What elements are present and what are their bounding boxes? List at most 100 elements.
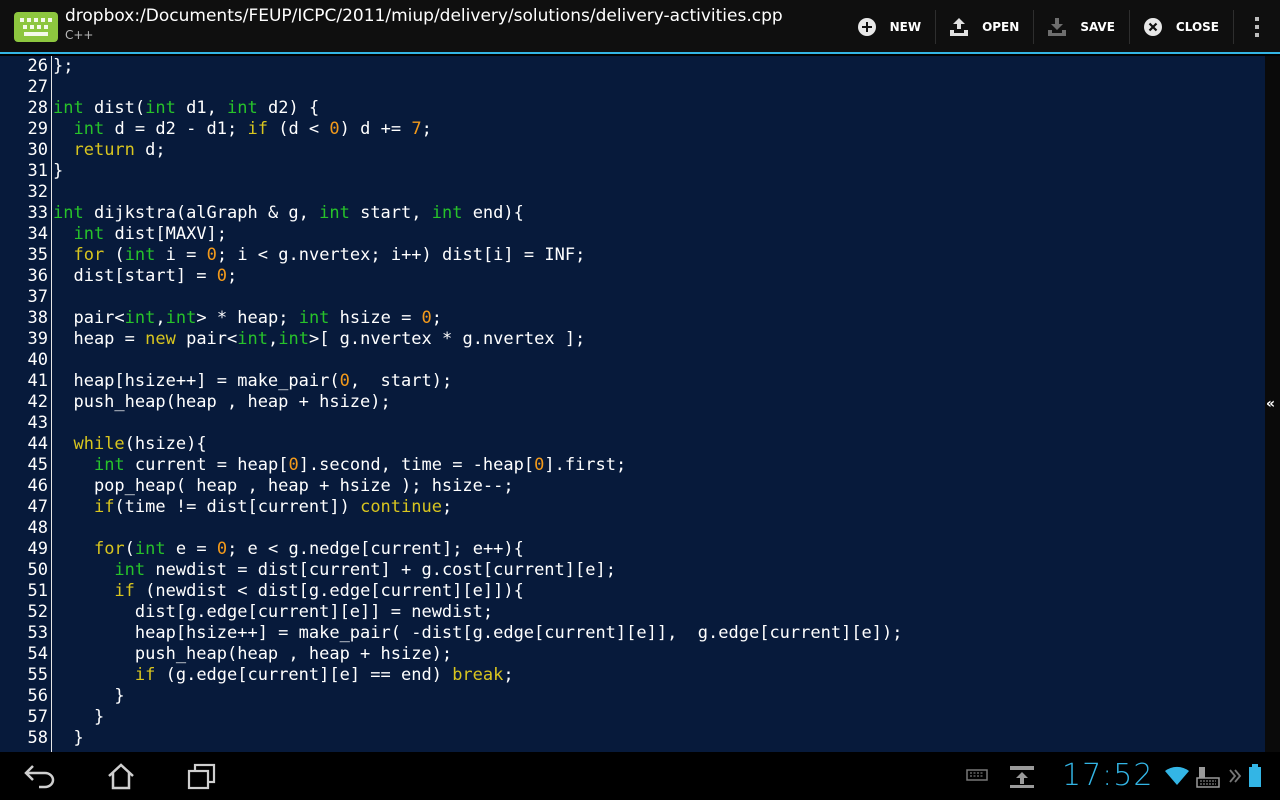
- line-source: if(time != dist[current]) continue;: [93, 497, 453, 517]
- code-line[interactable]: 32: [0, 182, 903, 203]
- code-line[interactable]: 34 int dist[MAXV];: [0, 224, 903, 245]
- line-number: 46: [27, 476, 48, 496]
- plus-circle-icon: [856, 16, 878, 38]
- code-line[interactable]: 50 int newdist = dist[current] + g.cost[…: [0, 560, 903, 581]
- line-source: int current = heap[0].second, time = -he…: [93, 455, 627, 475]
- line-number: 31: [27, 161, 48, 181]
- code-line[interactable]: 46 pop_heap( heap , heap + hsize ); hsiz…: [0, 476, 903, 497]
- code-line[interactable]: 41 heap[hsize++] = make_pair(0, start);: [0, 371, 903, 392]
- line-source: return d;: [73, 140, 166, 160]
- code-line[interactable]: 39 heap = new pair<int,int>[ g.nvertex *…: [0, 329, 903, 350]
- code-line[interactable]: 51 if (newdist < dist[g.edge[current][e]…: [0, 581, 903, 602]
- close-button-label: CLOSE: [1175, 20, 1219, 34]
- code-line[interactable]: 30 return d;: [0, 140, 903, 161]
- code-line[interactable]: 36 dist[start] = 0;: [0, 266, 903, 287]
- code-line[interactable]: 48: [0, 518, 903, 539]
- line-number: 57: [27, 707, 48, 727]
- line-number: 53: [27, 623, 48, 643]
- close-circle-icon: [1142, 16, 1164, 38]
- line-number: 54: [27, 644, 48, 664]
- line-source: dist[start] = 0;: [53, 266, 238, 286]
- keyboard-app-icon[interactable]: [14, 12, 58, 42]
- code-line[interactable]: 47 if(time != dist[current]) continue;: [0, 497, 903, 518]
- line-number: 34: [27, 224, 48, 244]
- keyboard-dock-icon: [1196, 766, 1220, 788]
- line-source: int dijkstra(alGraph & g, int start, int…: [53, 203, 524, 223]
- line-number: 30: [27, 140, 48, 160]
- save-button-label: SAVE: [1080, 20, 1115, 34]
- code-line[interactable]: 38 pair<int,int> * heap; int hsize = 0;: [0, 308, 903, 329]
- download-tray-icon: [1046, 16, 1068, 38]
- line-number: 55: [27, 665, 48, 685]
- overflow-dots-icon: [1255, 17, 1259, 37]
- code-line[interactable]: 55 if (g.edge[current][e] == end) break;: [0, 665, 903, 686]
- back-button[interactable]: [20, 760, 60, 792]
- recent-apps-icon: [187, 763, 216, 790]
- new-button[interactable]: NEW: [844, 0, 935, 54]
- code-line[interactable]: 52 dist[g.edge[current][e]] = newdist;: [0, 602, 903, 623]
- line-number: 44: [27, 434, 48, 454]
- battery-icon: [1248, 764, 1262, 788]
- line-source: int dist[MAXV];: [73, 224, 228, 244]
- line-number: 45: [27, 455, 48, 475]
- code-line[interactable]: 49 for(int e = 0; e < g.nedge[current]; …: [0, 539, 903, 560]
- code-line[interactable]: 35 for (int i = 0; i < g.nvertex; i++) d…: [0, 245, 903, 266]
- close-button[interactable]: CLOSE: [1130, 0, 1233, 54]
- line-number: 50: [27, 560, 48, 580]
- code-line[interactable]: 42 push_heap(heap , heap + hsize);: [0, 392, 903, 413]
- code-line[interactable]: 53 heap[hsize++] = make_pair( -dist[g.ed…: [0, 623, 903, 644]
- code-line[interactable]: 37: [0, 287, 903, 308]
- code-line[interactable]: 44 while(hsize){: [0, 434, 903, 455]
- code-line[interactable]: 29 int d = d2 - d1; if (d < 0) d += 7;: [0, 119, 903, 140]
- chevron-right-icon: [1228, 768, 1242, 784]
- code-line[interactable]: 31}: [0, 161, 903, 182]
- code-line[interactable]: 54 push_heap(heap , heap + hsize);: [0, 644, 903, 665]
- recent-apps-button[interactable]: [181, 760, 221, 792]
- line-number: 29: [27, 119, 48, 139]
- line-number: 35: [27, 245, 48, 265]
- code-line[interactable]: 27: [0, 77, 903, 98]
- code-line[interactable]: 58 }: [0, 728, 903, 749]
- save-button[interactable]: SAVE: [1034, 0, 1129, 54]
- back-arrow-icon: [24, 765, 55, 789]
- overflow-menu-button[interactable]: [1234, 0, 1280, 54]
- gutter-divider: [51, 56, 52, 752]
- action-bar: dropbox:/Documents/FEUP/ICPC/2011/miup/d…: [0, 0, 1280, 54]
- code-line[interactable]: 26};: [0, 56, 903, 77]
- code-editor[interactable]: 26}; 27 28 int dist(int d1, int d2) {29 int…: [0, 56, 1280, 752]
- line-source: while(hsize){: [73, 434, 207, 454]
- line-number: 40: [27, 350, 48, 370]
- line-number: 52: [27, 602, 48, 622]
- line-number: 49: [27, 539, 48, 559]
- line-source: pair<int,int> * heap; int hsize = 0;: [53, 308, 443, 328]
- line-number: 42: [27, 392, 48, 412]
- upload-tray-icon: [948, 16, 970, 38]
- code-line[interactable]: 28 int dist(int d1, int d2) {: [0, 98, 903, 119]
- line-source: int d = d2 - d1; if (d < 0) d += 7;: [73, 119, 432, 139]
- line-number: 28: [27, 98, 48, 118]
- home-button[interactable]: [101, 760, 141, 792]
- line-source: heap = new pair<int,int>[ g.nvertex * g.…: [53, 329, 586, 349]
- line-number: 47: [27, 497, 48, 517]
- code-line[interactable]: 56 }: [0, 686, 903, 707]
- line-number: 32: [27, 182, 48, 202]
- line-source: push_heap(heap , heap + hsize);: [53, 392, 391, 412]
- line-source: pop_heap( heap , heap + hsize ); hsize--…: [53, 476, 514, 496]
- line-number: 26: [27, 56, 48, 76]
- code-lines: 26}; 27 28 int dist(int d1, int d2) {29 int…: [0, 56, 903, 749]
- code-line[interactable]: 40: [0, 350, 903, 371]
- keyboard-icon: [20, 18, 52, 36]
- open-button[interactable]: OPEN: [936, 0, 1033, 54]
- collapse-panel-icon[interactable]: «: [1266, 396, 1275, 412]
- line-number: 51: [27, 581, 48, 601]
- code-line[interactable]: 33 int dijkstra(alGraph & g, int start, i…: [0, 203, 903, 224]
- clock[interactable]: 17:52: [1062, 758, 1153, 793]
- code-line[interactable]: 57 }: [0, 707, 903, 728]
- line-source: heap[hsize++] = make_pair( -dist[g.edge[…: [53, 623, 903, 643]
- keyboard-indicator-icon[interactable]: [966, 768, 988, 782]
- line-source: int dist(int d1, int d2) {: [53, 98, 320, 118]
- code-line[interactable]: 45 int current = heap[0].second, time = …: [0, 455, 903, 476]
- download-notification-icon[interactable]: [1008, 762, 1036, 790]
- line-source: }: [53, 707, 105, 727]
- code-line[interactable]: 43: [0, 413, 903, 434]
